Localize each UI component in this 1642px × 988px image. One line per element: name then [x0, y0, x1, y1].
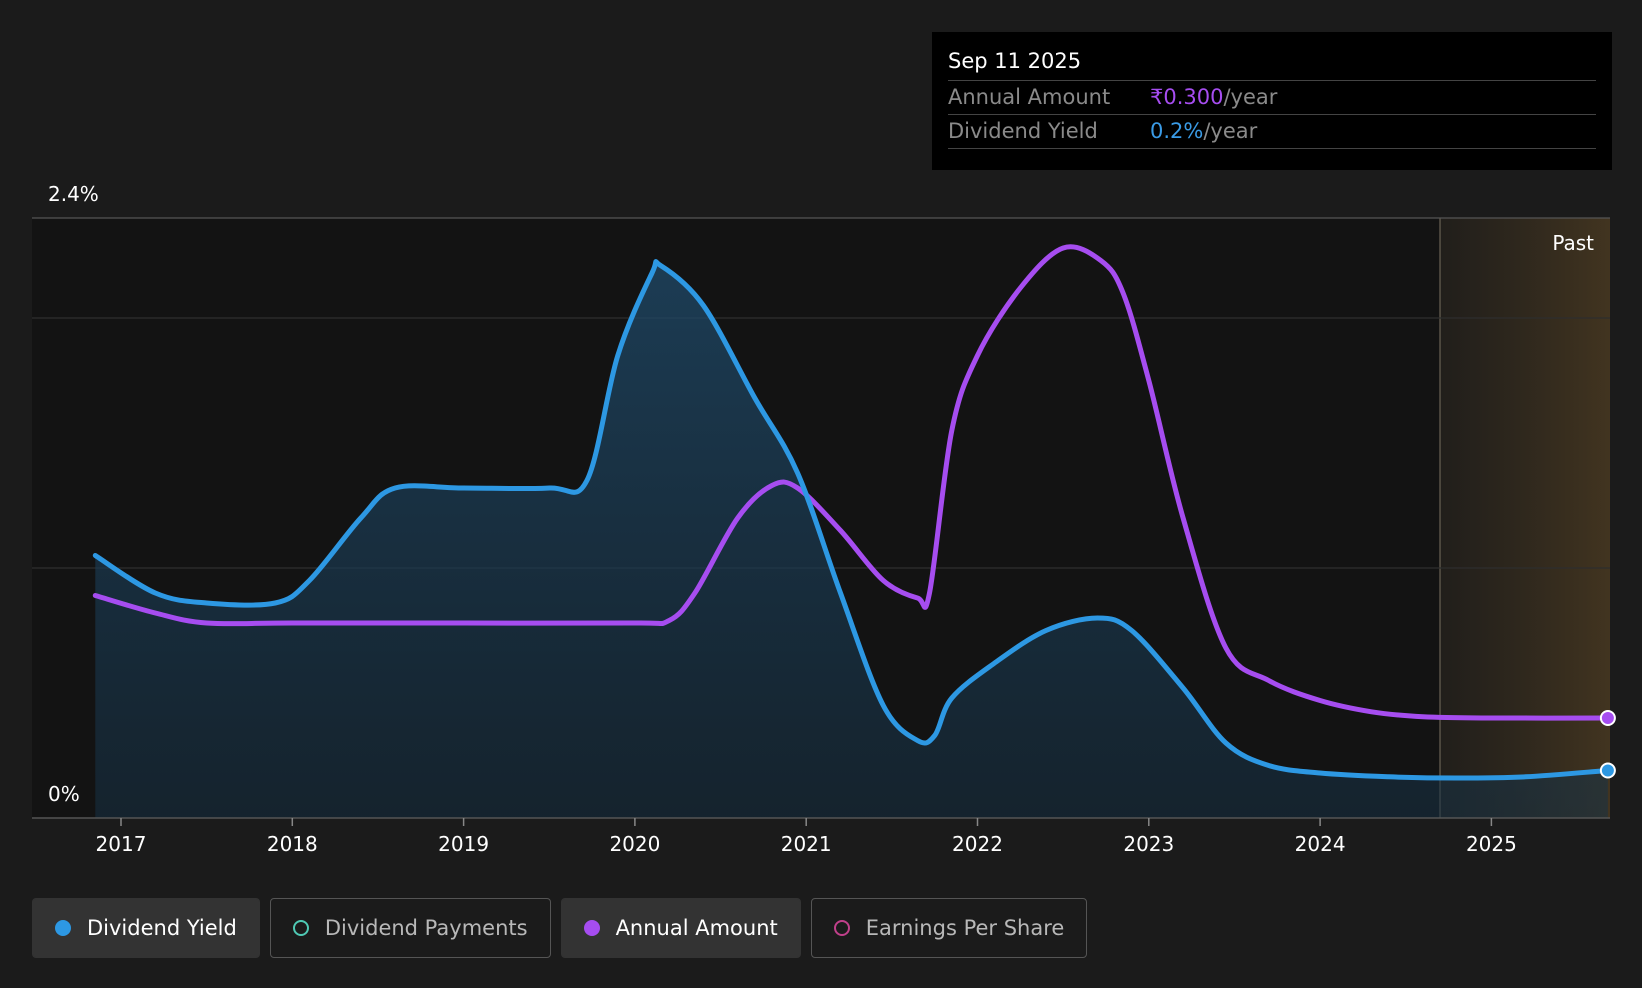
dividend-yield-endpoint[interactable]: [1599, 762, 1616, 779]
hollow-dot-icon: [833, 920, 850, 936]
x-tick-label: 2019: [438, 832, 489, 856]
tooltip-label: Dividend Yield: [948, 119, 1098, 143]
x-tick-label: 2020: [609, 832, 660, 856]
legend-label: Dividend Yield: [87, 916, 237, 940]
past-region: [1440, 218, 1610, 818]
legend-dividend-payments[interactable]: Dividend Payments: [269, 898, 551, 958]
x-tick-label: 2025: [1466, 832, 1517, 856]
filled-dot-icon: [55, 920, 71, 936]
y-bottom-label: 0%: [48, 782, 80, 806]
past-label: Past: [1552, 231, 1594, 255]
tooltip-date: Sep 11 2025: [948, 46, 1596, 81]
legend-annual-amount[interactable]: Annual Amount: [560, 898, 801, 958]
hollow-dot-icon: [292, 920, 309, 936]
annual-amount-endpoint[interactable]: [1599, 710, 1616, 726]
x-tick-label: 2017: [96, 832, 147, 856]
tooltip-value: ₹0.300: [1150, 85, 1224, 109]
filled-dot-icon: [583, 920, 600, 936]
tooltip-row-dividend-yield: Dividend Yield 0.2% /year: [948, 115, 1596, 149]
x-tick-label: 2023: [1123, 832, 1174, 856]
legend-dividend-yield[interactable]: Dividend Yield: [32, 898, 260, 958]
y-top-label: 2.4%: [48, 182, 99, 206]
tooltip-label: Annual Amount: [948, 85, 1111, 109]
tooltip-row-annual-amount: Annual Amount ₹0.300 /year: [948, 81, 1596, 115]
legend: Dividend Yield Dividend Payments Annual …: [32, 898, 1088, 958]
tooltip-unit: /year: [1203, 119, 1258, 143]
tooltip: Sep 11 2025 Annual Amount ₹0.300 /year D…: [932, 32, 1612, 170]
legend-label: Annual Amount: [615, 916, 778, 940]
x-tick-label: 2018: [267, 832, 318, 856]
legend-label: Dividend Payments: [324, 916, 528, 940]
legend-earnings-per-share[interactable]: Earnings Per Share: [810, 898, 1088, 958]
tooltip-value: 0.2%: [1150, 119, 1204, 143]
x-tick-label: 2022: [952, 832, 1003, 856]
legend-label: Earnings Per Share: [865, 916, 1065, 940]
x-tick-label: 2024: [1295, 832, 1346, 856]
x-tick-label: 2021: [781, 832, 832, 856]
tooltip-unit: /year: [1223, 85, 1278, 109]
